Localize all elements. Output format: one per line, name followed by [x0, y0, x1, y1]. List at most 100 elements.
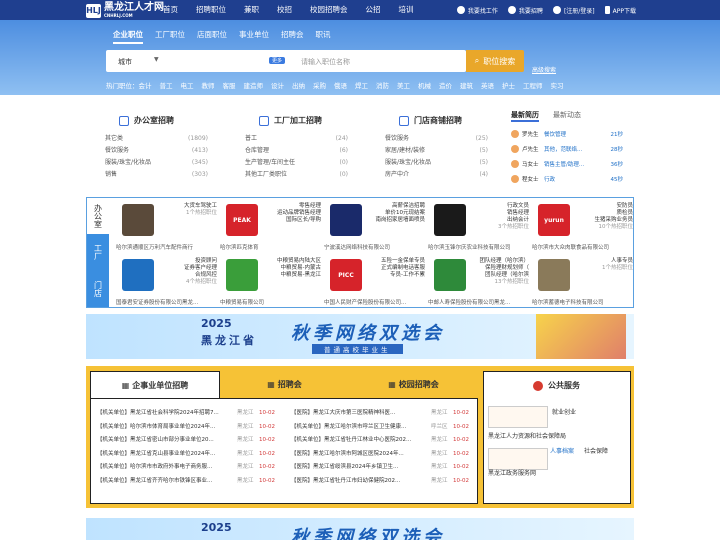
search-button[interactable]: ⌕ 职位搜索 — [466, 50, 524, 72]
job-title[interactable]: 正式编制电话客服 — [365, 265, 425, 272]
job-title[interactable]: 大货车驾驶工 — [157, 203, 217, 210]
hot-job-item[interactable]: 建筑 — [460, 80, 473, 90]
service-block-2[interactable]: 人事档案 社会保障 黑龙江政务服务网 — [488, 446, 628, 486]
company-name[interactable]: 中国人民财产保险股份有限公司... — [324, 298, 428, 306]
job-title[interactable]: 安防员 — [573, 203, 633, 210]
side-tab-office[interactable]: 办公室 — [87, 198, 109, 234]
company-name[interactable]: 哈尔滨玉锋尔庆农业科技有限公司 — [428, 243, 532, 251]
autumn-fair-banner[interactable]: 2025 黑龙江省 秋季网络双选会 普通高校毕业生 — [86, 314, 634, 359]
job-title[interactable]: 合规风控 — [157, 272, 217, 279]
autumn-fair-banner-2[interactable]: 2025 秋季网络双选会 — [86, 518, 634, 540]
hot-job-item[interactable]: 实习 — [551, 80, 564, 90]
category-item[interactable]: 服装/珠宝/化妆品 (5) — [385, 157, 488, 169]
service-gov[interactable]: 黑龙江政务服务网 — [488, 468, 536, 477]
category-item[interactable]: 其它类 (1809) — [105, 133, 208, 145]
job-title[interactable]: 团队经理（哈尔滨 — [469, 272, 529, 279]
hot-job-item[interactable]: 采购 — [313, 80, 326, 90]
company-card[interactable]: 大货车驾驶工 1个热招职位 哈尔滨通顺区万利汽车配件商行 — [113, 200, 219, 251]
resume-item[interactable]: 马女士 销售主管/助理... 36秒 — [511, 156, 623, 171]
side-tab-factory[interactable]: 工厂 — [87, 234, 109, 270]
company-card[interactable]: yurun 安防员 质检员 生猪采购业务员 10个热招职位 哈尔滨市大众肉联食品有限公司 — [529, 200, 635, 251]
search-input[interactable]: 请输入职位名称 — [301, 57, 350, 67]
job-title[interactable]: 证券客户经理 — [157, 265, 217, 272]
city-select[interactable]: 城市 — [118, 57, 132, 67]
category-item[interactable]: 餐饮服务 (25) — [385, 133, 488, 145]
hot-job-item[interactable]: 消防 — [376, 80, 389, 90]
job-title[interactable]: 中粮贸易-内蒙古 — [261, 265, 322, 272]
job-title[interactable]: 质检员 — [573, 210, 633, 217]
news-item[interactable]: 【机关单位】黑龙江省社会科学院2024年招聘7... 黑龙江 10-02 — [97, 407, 275, 419]
company-card[interactable]: 行政文员 销售经理 出纳会计 3个热招职位 哈尔滨玉锋尔庆农业科技有限公司 — [425, 200, 532, 251]
service-item-social[interactable]: 社会保障 — [584, 446, 608, 455]
job-title[interactable]: 国际区长/导购 — [261, 217, 321, 224]
hot-job-item[interactable]: 电工 — [181, 80, 194, 90]
category-item[interactable]: 家居/建材/装修 (5) — [385, 145, 488, 157]
hot-job-item[interactable]: 机械 — [418, 80, 431, 90]
tab-news[interactable]: 职讯 — [316, 29, 331, 44]
company-card[interactable]: 中粮贸易内陆大区 中粮贸易-内蒙古 中粮贸易-黑龙江 中粮贸易有限公司 — [217, 255, 324, 306]
app-download-link[interactable]: APP下载 — [604, 6, 636, 15]
news-item[interactable]: 【机关单位】哈尔滨市市政府外事电子商务服... 黑龙江 10-02 — [97, 461, 275, 473]
site-logo[interactable]: HLJ 黑龙江人才网 CNHRLJ.COM — [86, 3, 164, 18]
news-item[interactable]: 【医院】黑龙江省绥滨县2024年乡镇卫生... 黑龙江 10-02 — [291, 461, 469, 473]
hot-job-item[interactable]: 教师 — [202, 80, 215, 90]
hot-job-item[interactable]: 造价 — [439, 80, 452, 90]
job-title[interactable]: 行政文员 — [469, 203, 529, 210]
category-item[interactable]: 房产中介 (4) — [385, 169, 488, 181]
job-title[interactable]: 团队经理（哈尔滨） — [469, 258, 529, 265]
company-name[interactable]: 中邮人寿保险股份有限公司黑龙... — [428, 298, 532, 306]
company-card[interactable]: 高薪保洁招聘 单价10元现结案 南岗招家居墙面喷员 宁波溪达网络科技有限公司 — [321, 200, 427, 251]
job-title[interactable]: 单价10元现结案 — [365, 210, 425, 217]
job-title[interactable]: 生猪采购业务员 — [573, 217, 633, 224]
job-title[interactable]: 出纳会计 — [469, 217, 529, 224]
job-title[interactable]: 销售经理 — [469, 210, 529, 217]
category-item[interactable]: 仓库管理 (6) — [245, 145, 348, 157]
login-link[interactable]: [注册/登录] — [552, 6, 595, 15]
company-name[interactable]: 哈尔滨蓄德电子科技有限公司 — [532, 298, 636, 306]
tab-job-fair-2[interactable]: ▦ 招聘会 — [220, 371, 349, 398]
company-name[interactable]: 哈尔滨匹克体育 — [220, 243, 324, 251]
category-item[interactable]: 服装/珠宝/化妆品 (345) — [105, 157, 208, 169]
job-title[interactable]: 五险一金保单专员 — [365, 258, 425, 265]
service-item-employment[interactable]: 就业创业 — [552, 407, 576, 416]
company-card[interactable]: 投资顾问 证券客户经理 合规风控 4个热招职位 国泰君安证券股份有限公司黑龙... — [113, 255, 219, 306]
nav-home[interactable]: 首页 — [163, 0, 178, 20]
category-item[interactable]: 生产管理/车间主任 (0) — [245, 157, 348, 169]
nav-campus-fair[interactable]: 校园招聘会 — [310, 0, 348, 20]
service-block-1[interactable]: 就业创业 黑龙江人力资源和社会保障局 — [488, 404, 628, 444]
hot-job-item[interactable]: 普工 — [160, 80, 173, 90]
hot-job-item[interactable]: 美工 — [397, 80, 410, 90]
nav-parttime[interactable]: 兼职 — [244, 0, 259, 20]
tab-institution[interactable]: 事业单位 — [239, 29, 269, 44]
hot-job-item[interactable]: 俄语 — [334, 80, 347, 90]
tab-institution-recruit[interactable]: ▦ 企事业单位招聘 — [90, 371, 220, 398]
job-title[interactable]: 运动品牌销售经理 — [261, 210, 321, 217]
side-tab-shop[interactable]: 门店 — [87, 270, 109, 307]
nav-public[interactable]: 公招 — [366, 0, 381, 20]
job-title[interactable]: 保险理财规划师（ — [469, 265, 529, 272]
find-job-link[interactable]: 我要找工作 — [456, 6, 498, 15]
company-card[interactable]: PEAK 零售经理 运动品牌销售经理 国际区长/导购 哈尔滨匹克体育 — [217, 200, 324, 251]
recruit-link[interactable]: 我要招聘 — [507, 6, 543, 15]
company-name[interactable]: 中粮贸易有限公司 — [220, 298, 324, 306]
hot-job-item[interactable]: 建造师 — [244, 80, 264, 90]
tab-recent-news[interactable]: 最新动态 — [553, 110, 581, 122]
hot-job-item[interactable]: 英语 — [481, 80, 494, 90]
nav-campus[interactable]: 校招 — [277, 0, 292, 20]
category-item[interactable]: 餐饮服务 (413) — [105, 145, 208, 157]
tab-factory[interactable]: 工厂职位 — [155, 29, 185, 44]
company-card[interactable]: 团队经理（哈尔滨） 保险理财规划师（ 团队经理（哈尔滨 13个热招职位 中邮人寿保险股份… — [425, 255, 532, 306]
hot-job-item[interactable]: 护士 — [502, 80, 515, 90]
resume-item[interactable]: 程女士 行政 45秒 — [511, 171, 623, 186]
tab-job-fair[interactable]: 招聘会 — [281, 29, 304, 44]
tab-campus-fair[interactable]: ▦ 校园招聘会 — [349, 371, 478, 398]
company-card[interactable]: 人事专员 1个热招职位 哈尔滨蓄德电子科技有限公司 — [529, 255, 636, 306]
news-item[interactable]: 【机关单位】黑龙江省克山县事业单位2024年... 黑龙江 10-02 — [97, 448, 275, 460]
job-title[interactable]: 专员-工作不累 — [365, 272, 425, 279]
job-title[interactable]: 人事专员 — [573, 258, 633, 265]
news-item[interactable]: 【机关单位】黑龙江省密山市部分事业单位20... 黑龙江 10-02 — [97, 434, 275, 446]
hot-job-item[interactable]: 工程师 — [523, 80, 543, 90]
hot-job-item[interactable]: 焊工 — [355, 80, 368, 90]
advanced-search-link[interactable]: 高级搜索 — [532, 65, 556, 74]
tab-recent-resumes[interactable]: 最新简历 — [511, 110, 539, 122]
